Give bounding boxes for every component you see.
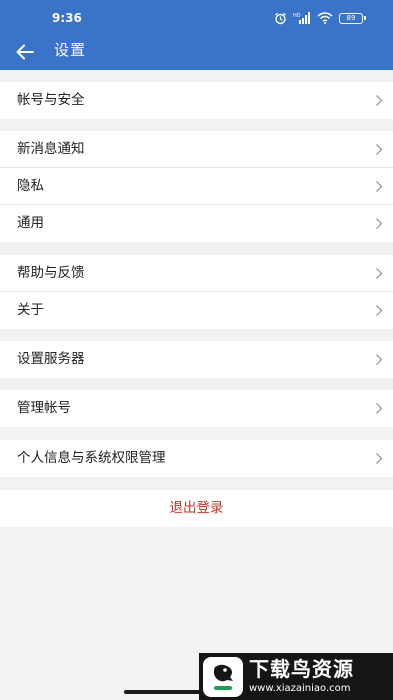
- settings-item-general[interactable]: 通用: [0, 205, 393, 242]
- nav-bar: 设置: [0, 36, 393, 70]
- settings-item-manage-accounts[interactable]: 管理帐号: [0, 390, 393, 427]
- settings-item-account-security[interactable]: 帐号与安全: [0, 82, 393, 119]
- settings-item-label: 管理帐号: [17, 400, 71, 416]
- settings-item-label: 通用: [17, 215, 44, 231]
- watermark: 下载鸟资源 www.xiazainiao.com: [199, 653, 393, 700]
- bird-logo-icon: [203, 657, 243, 697]
- settings-item-notifications[interactable]: 新消息通知: [0, 131, 393, 168]
- settings-item-about[interactable]: 关于: [0, 292, 393, 329]
- status-icons: HD 89: [274, 10, 366, 26]
- chevron-right-icon: [376, 268, 383, 279]
- chevron-right-icon: [376, 144, 383, 155]
- settings-item-label: 帮助与反馈: [17, 265, 85, 281]
- settings-item-personal-info-permissions[interactable]: 个人信息与系统权限管理: [0, 440, 393, 477]
- chevron-right-icon: [376, 218, 383, 229]
- status-time: 9:36: [52, 11, 82, 25]
- settings-item-label: 隐私: [17, 178, 44, 194]
- hd-signal-icon: HD: [293, 12, 311, 24]
- chevron-right-icon: [376, 95, 383, 106]
- chevron-right-icon: [376, 354, 383, 365]
- status-bar: 9:36 HD 89: [0, 0, 393, 36]
- settings-item-label: 新消息通知: [17, 141, 85, 157]
- settings-item-label: 帐号与安全: [17, 92, 85, 108]
- watermark-name: 下载鸟资源: [249, 657, 354, 681]
- battery-icon: 89: [339, 12, 366, 24]
- logout-label: 退出登录: [169, 500, 224, 516]
- arrow-left-icon: [16, 44, 34, 60]
- back-button[interactable]: [12, 39, 38, 65]
- alarm-icon: [274, 12, 287, 25]
- settings-item-label: 关于: [17, 302, 44, 318]
- wifi-icon: [317, 12, 333, 24]
- settings-item-label: 设置服务器: [17, 351, 85, 367]
- page-title: 设置: [54, 41, 87, 59]
- settings-item-help-feedback[interactable]: 帮助与反馈: [0, 255, 393, 292]
- svg-text:HD: HD: [293, 13, 301, 19]
- settings-item-server[interactable]: 设置服务器: [0, 341, 393, 378]
- settings-item-label: 个人信息与系统权限管理: [17, 450, 166, 466]
- chevron-right-icon: [376, 305, 383, 316]
- chevron-right-icon: [376, 403, 383, 414]
- watermark-domain: www.xiazainiao.com: [249, 683, 351, 694]
- logout-button[interactable]: 退出登录: [0, 490, 393, 527]
- app-header: 9:36 HD 89 设置: [0, 0, 393, 70]
- chevron-right-icon: [376, 181, 383, 192]
- chevron-right-icon: [376, 453, 383, 464]
- settings-item-privacy[interactable]: 隐私: [0, 168, 393, 205]
